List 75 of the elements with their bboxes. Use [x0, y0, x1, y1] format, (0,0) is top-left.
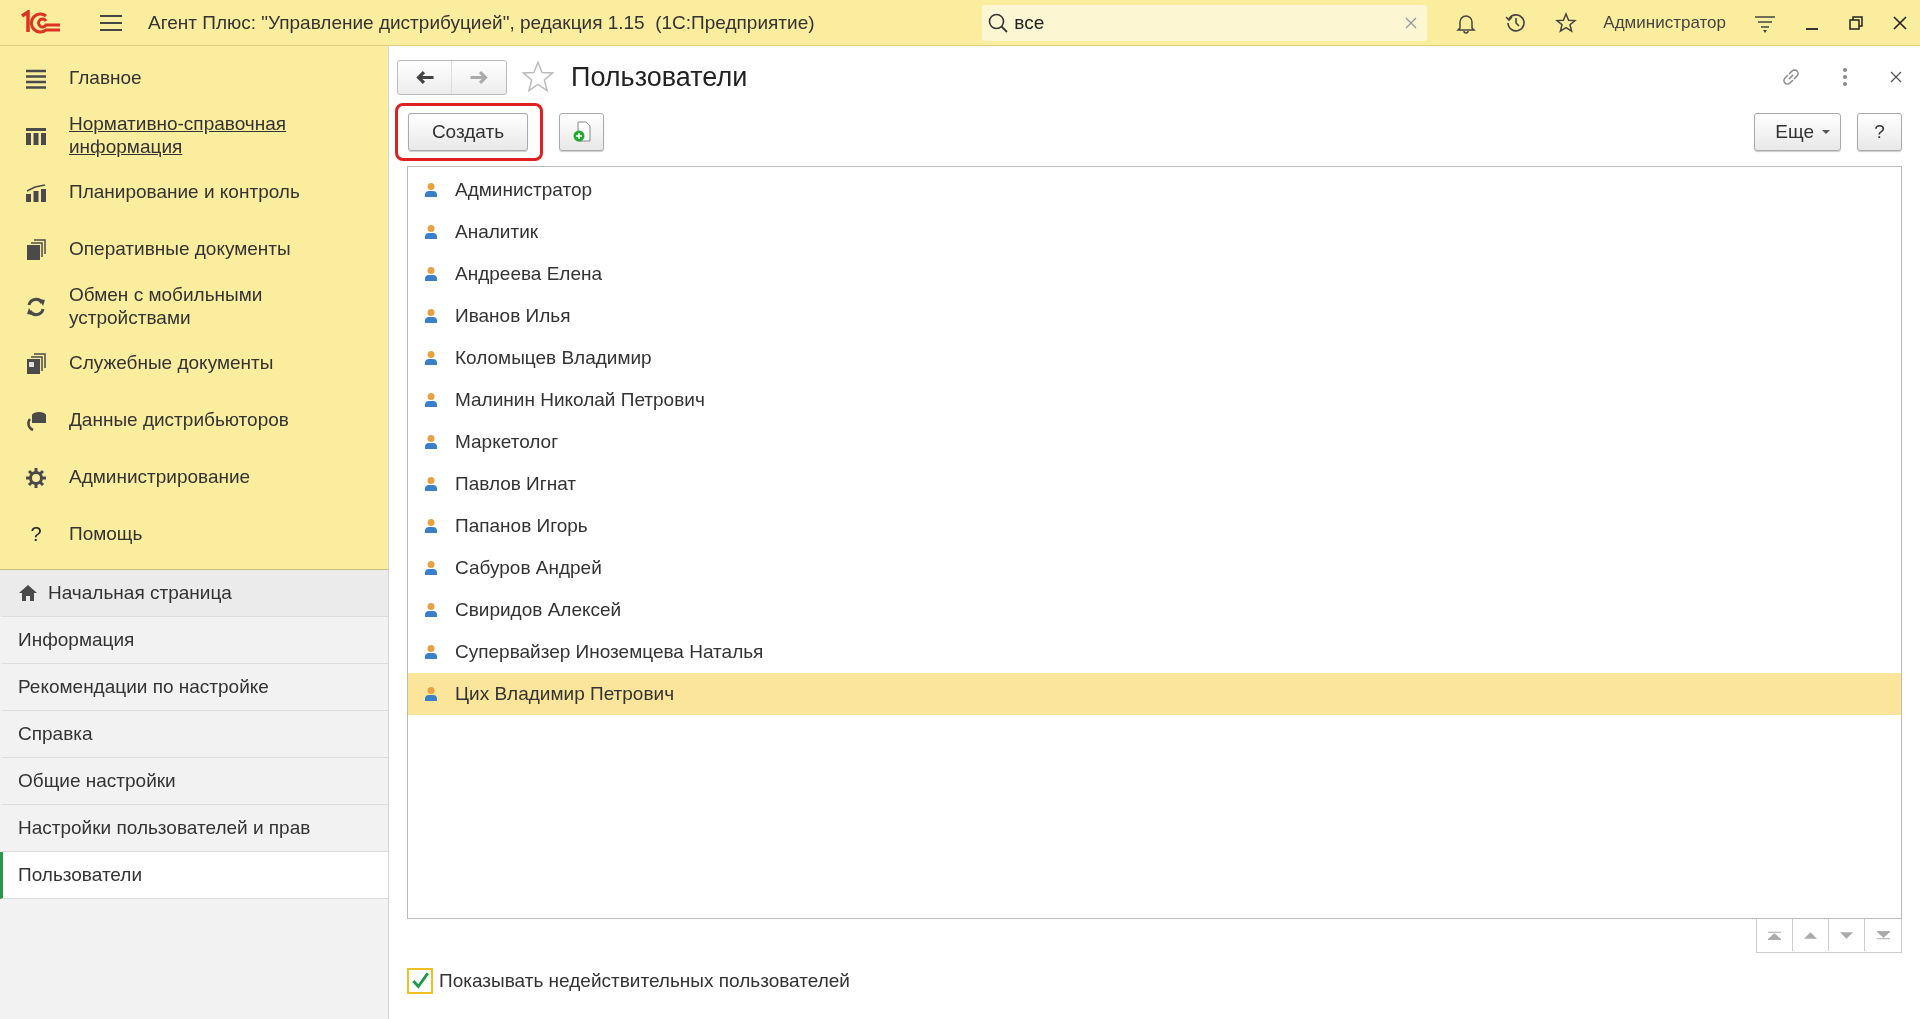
section-link[interactable]: Данные дистрибьюторов: [69, 409, 289, 432]
search-field[interactable]: все: [982, 4, 1428, 41]
clear-icon[interactable]: [1405, 16, 1418, 29]
user-row[interactable]: Свиридов Алексей: [408, 589, 1901, 631]
user-row[interactable]: Супервайзер Иноземцева Наталья: [408, 631, 1901, 673]
help-icon: ?: [30, 523, 42, 546]
checkbox[interactable]: [407, 968, 433, 994]
database-icon: [25, 409, 47, 432]
section-link[interactable]: Администрирование: [69, 466, 251, 489]
star-icon[interactable]: [1555, 11, 1578, 34]
section-link[interactable]: Обмен с мобильными устройствами: [69, 283, 369, 330]
section-link[interactable]: Главное: [69, 67, 142, 90]
user-icon: [424, 392, 438, 408]
history-icon[interactable]: [1505, 11, 1528, 34]
section-link[interactable]: Оперативные документы: [69, 238, 291, 261]
user-icon: [424, 266, 438, 282]
user-icon: [424, 476, 438, 492]
window-title: Агент Плюс: "Управление дистрибуцией", редакция 1.15 (1С:Предприятие): [148, 11, 815, 34]
more-button[interactable]: Еще: [1754, 113, 1841, 151]
user-icon: [424, 686, 438, 702]
form-title: Пользователи: [571, 61, 748, 93]
help-button[interactable]: ?: [1857, 113, 1902, 151]
user-icon: [424, 182, 438, 198]
bar-chart-icon: [25, 181, 47, 204]
arrow-right-icon: [469, 69, 489, 85]
open-page-tab[interactable]: Пользователи: [0, 852, 388, 899]
user-row[interactable]: Цих Владимир Петрович: [408, 673, 1901, 715]
documents-icon: [25, 352, 47, 375]
first-icon: [1768, 930, 1781, 940]
section-link[interactable]: Помощь: [69, 523, 143, 546]
restore-icon[interactable]: [1848, 14, 1864, 31]
user-row[interactable]: Павлов Игнат: [408, 463, 1901, 505]
user-name[interactable]: Администратор: [1603, 12, 1726, 33]
home-icon: [18, 584, 38, 602]
user-row[interactable]: Малинин Николай Петрович: [408, 379, 1901, 421]
user-row[interactable]: Маркетолог: [408, 421, 1901, 463]
logo-icon: [18, 9, 62, 36]
section-link[interactable]: Планирование и контроль: [69, 181, 300, 204]
user-icon: [424, 224, 438, 240]
star-icon[interactable]: [521, 60, 555, 94]
add-document-button[interactable]: [559, 113, 604, 151]
section-link[interactable]: Нормативно-справочная информация: [69, 112, 369, 159]
user-row[interactable]: Сабуров Андрей: [408, 547, 1901, 589]
more-icon[interactable]: [1842, 67, 1848, 87]
menu-icon: [25, 67, 47, 90]
user-row[interactable]: Аналитик: [408, 211, 1901, 253]
user-icon: [424, 560, 438, 576]
user-icon: [424, 308, 438, 324]
user-row[interactable]: Андреева Елена: [408, 253, 1901, 295]
document-add-icon: [571, 121, 592, 143]
user-icon: [424, 644, 438, 660]
caret-icon: [1822, 130, 1830, 134]
user-icon: [424, 350, 438, 366]
search-icon: [988, 12, 1009, 33]
user-icon: [424, 602, 438, 618]
close-icon[interactable]: [1890, 71, 1902, 83]
documents-icon: [25, 238, 47, 261]
sync-icon: [25, 295, 47, 318]
user-row[interactable]: Администратор: [408, 169, 1901, 211]
user-row[interactable]: Папанов Игорь: [408, 505, 1901, 547]
user-icon: [424, 518, 438, 534]
up-icon: [1804, 930, 1817, 940]
down-icon: [1840, 930, 1853, 940]
user-row[interactable]: Иванов Илья: [408, 295, 1901, 337]
last-icon: [1876, 930, 1890, 940]
settings-icon: [25, 466, 47, 489]
arrow-left-icon: [414, 69, 435, 85]
open-page-tab[interactable]: Начальная страница: [0, 570, 388, 617]
link-icon[interactable]: [1780, 66, 1802, 88]
checkbox-label[interactable]: Показывать недействительных пользователей: [439, 970, 850, 992]
user-icon: [424, 434, 438, 450]
create-button[interactable]: Создать: [408, 113, 528, 151]
close-icon[interactable]: [1892, 14, 1908, 31]
section-link[interactable]: Служебные документы: [69, 352, 274, 375]
user-row[interactable]: Коломыцев Владимир: [408, 337, 1901, 379]
